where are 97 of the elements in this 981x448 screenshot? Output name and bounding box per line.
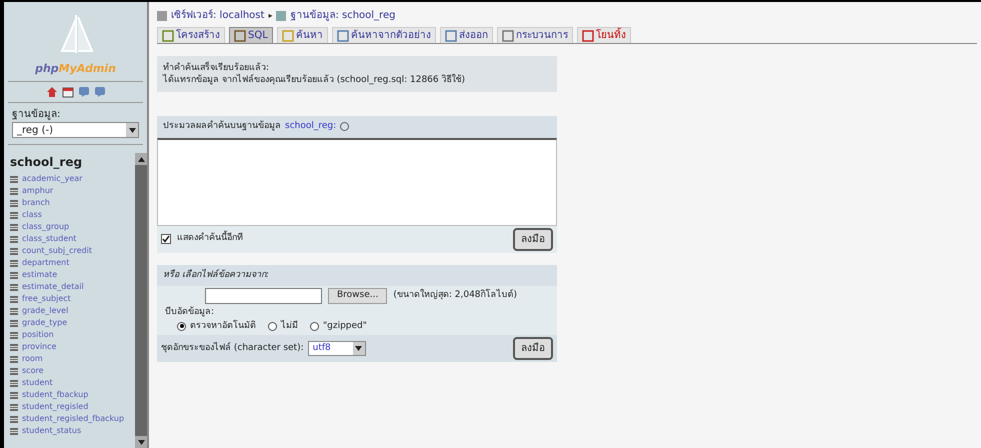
max-size-text: (ขนาดใหญ่สุด: 2,048กิโลไบต์) bbox=[393, 289, 518, 302]
compression-label: บีบอัดข้อมูล: bbox=[164, 306, 216, 319]
checkbox[interactable] bbox=[161, 234, 171, 244]
table-icon bbox=[10, 200, 18, 206]
tab[interactable]: โยนทิ้ง bbox=[576, 27, 631, 43]
go-button[interactable]: ลงมือ bbox=[513, 337, 553, 360]
table-link[interactable]: class_student bbox=[22, 233, 76, 245]
browse-button[interactable]: Browse... bbox=[328, 288, 388, 304]
table-icon bbox=[10, 212, 18, 218]
table-link[interactable]: position bbox=[22, 329, 54, 341]
tab[interactable]: โครงสร้าง bbox=[157, 27, 225, 43]
tab[interactable]: ค้นหาจากตัวอย่าง bbox=[332, 27, 436, 43]
breadcrumb-link[interactable]: ฐานข้อมูล: school_reg bbox=[290, 8, 396, 23]
table-icon bbox=[10, 308, 18, 314]
table-link[interactable]: student_regisled bbox=[22, 401, 88, 413]
tab[interactable]: ส่งออก bbox=[440, 27, 493, 43]
tab[interactable]: ค้นหา bbox=[276, 27, 328, 43]
radio-button[interactable] bbox=[177, 322, 186, 331]
table-link[interactable]: estimate bbox=[22, 269, 58, 281]
table-link[interactable]: free_subject bbox=[22, 293, 71, 305]
charset-select[interactable]: utf8 bbox=[308, 341, 366, 356]
tab[interactable]: SQL bbox=[229, 27, 273, 43]
tab-icon bbox=[234, 30, 246, 42]
database-name[interactable]: school_reg bbox=[10, 153, 135, 171]
table-link[interactable]: room bbox=[22, 353, 43, 365]
chat-icon[interactable] bbox=[94, 86, 106, 98]
checkbox-label: แสดงคำค้นนี้อีกที bbox=[177, 232, 243, 246]
tab-icon bbox=[336, 30, 349, 42]
table-icon bbox=[10, 296, 18, 302]
table-icon bbox=[10, 428, 18, 434]
table-link[interactable]: amphur bbox=[22, 185, 54, 197]
table-link[interactable]: department bbox=[22, 257, 70, 269]
help-icon[interactable] bbox=[340, 122, 350, 132]
tab-icon bbox=[282, 30, 294, 42]
table-icon bbox=[10, 368, 18, 374]
tab-icon bbox=[502, 30, 514, 42]
database-label: ฐานข้อมูล: bbox=[12, 108, 62, 122]
dropdown-icon bbox=[128, 128, 136, 132]
table-icon bbox=[10, 356, 18, 362]
window-icon[interactable] bbox=[62, 86, 74, 98]
breadcrumb-link[interactable]: เซิร์ฟเวอร์: localhost bbox=[171, 8, 264, 23]
sql-query-field[interactable] bbox=[157, 138, 557, 226]
breadcrumb-separator: ▸ bbox=[268, 10, 272, 22]
table-icon bbox=[10, 188, 18, 194]
panel-title: หรือ เลือกไฟล์ข้อความจาก: bbox=[157, 264, 557, 286]
table-link[interactable]: class bbox=[22, 209, 42, 221]
table-icon bbox=[10, 320, 18, 326]
message-text: ได้แทรกข้อมูล จากไฟล์ของคุณเรียบร้อยแล้ว (school_reg.sql: 12866 วิธีใช้) bbox=[163, 74, 466, 86]
table-icon bbox=[10, 236, 18, 242]
table-link[interactable]: grade_level bbox=[22, 305, 68, 317]
table-icon bbox=[10, 332, 18, 338]
database-select[interactable]: _reg (-) bbox=[12, 122, 139, 138]
table-icon bbox=[10, 392, 18, 398]
table-icon bbox=[10, 380, 18, 386]
panel-title: ประมวลผลคำค้นบนฐานข้อมูล bbox=[163, 120, 281, 133]
radio-label: ไม่มี bbox=[281, 320, 298, 332]
table-link[interactable]: province bbox=[22, 341, 56, 353]
tab-icon bbox=[444, 30, 457, 42]
table-link[interactable]: class_group bbox=[22, 221, 70, 233]
table-icon bbox=[10, 176, 18, 182]
table-link[interactable]: student_status bbox=[22, 425, 82, 437]
tab[interactable]: กระบวนการ bbox=[496, 27, 573, 43]
table-link[interactable]: score bbox=[22, 365, 44, 377]
message-text: ทำคำค้นเสร็จเรียบร้อยแล้ว: bbox=[163, 62, 270, 74]
table-link[interactable]: count_subj_credit bbox=[22, 245, 92, 257]
go-button[interactable]: ลงมือ bbox=[513, 228, 553, 250]
table-icon bbox=[10, 260, 18, 266]
radio-label: ตรวจหาอัตโนมัติ bbox=[190, 320, 256, 332]
radio-button[interactable] bbox=[268, 322, 277, 331]
table-link[interactable]: academic_year bbox=[22, 173, 82, 185]
table-link[interactable]: grade_type bbox=[22, 317, 68, 329]
radio-label: "gzipped" bbox=[323, 320, 367, 332]
database-link[interactable]: school_reg: bbox=[285, 120, 336, 134]
radio-button[interactable] bbox=[310, 322, 319, 331]
table-link[interactable]: student_regisled_fbackup bbox=[22, 413, 124, 425]
table-icon bbox=[10, 404, 18, 410]
table-icon bbox=[10, 344, 18, 350]
scroll-down-icon bbox=[138, 440, 144, 444]
logo-text: phpMyAdmin bbox=[35, 60, 116, 76]
chat-icon[interactable] bbox=[78, 86, 90, 98]
table-icon bbox=[10, 416, 18, 422]
table-icon bbox=[10, 272, 18, 278]
scrollbar[interactable] bbox=[135, 153, 147, 448]
tab-icon bbox=[582, 30, 594, 42]
table-icon bbox=[10, 248, 18, 254]
charset-label: ชุดอักขระของไฟล์ (character set): bbox=[161, 342, 304, 355]
table-icon bbox=[10, 224, 18, 230]
tab-icon bbox=[162, 30, 174, 42]
scroll-up-icon bbox=[138, 156, 144, 162]
home-icon[interactable] bbox=[46, 86, 58, 98]
table-link[interactable]: branch bbox=[22, 197, 50, 209]
table-link[interactable]: estimate_detail bbox=[22, 281, 84, 293]
table-link[interactable]: student bbox=[22, 377, 53, 389]
table-link[interactable]: student_fbackup bbox=[22, 389, 88, 401]
dropdown-icon bbox=[355, 346, 362, 351]
file-path-field[interactable] bbox=[205, 288, 322, 304]
table-icon bbox=[10, 284, 18, 290]
